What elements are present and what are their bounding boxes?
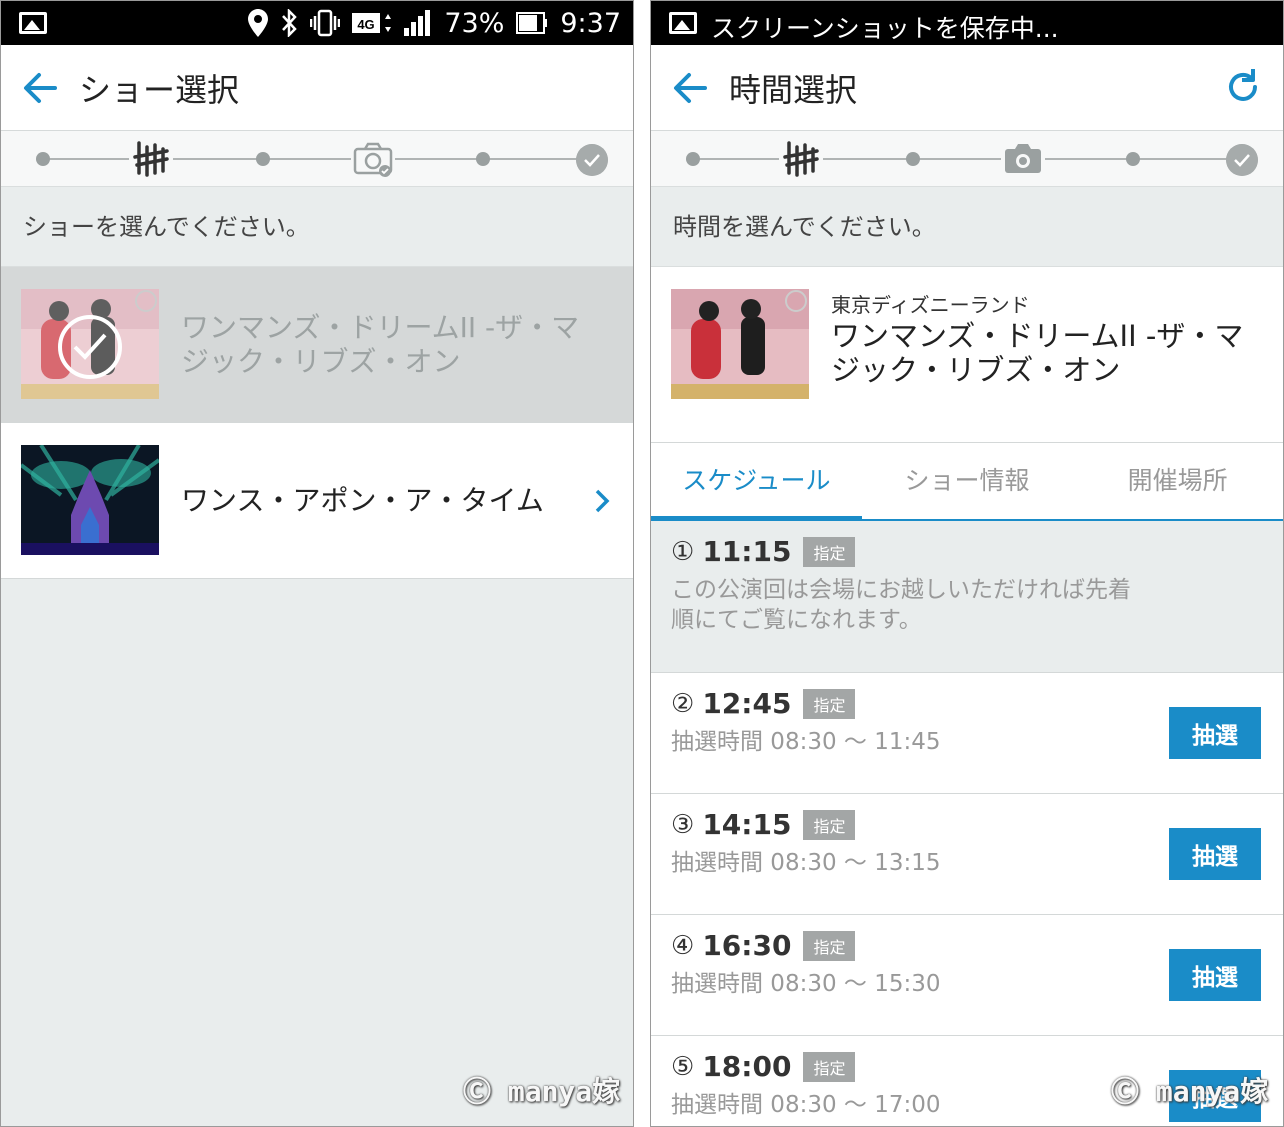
image-icon <box>19 12 47 34</box>
tab-schedule[interactable]: スケジュール <box>651 443 862 521</box>
schedule-item: ④ 16:30 指定 抽選時間 08:30 ～ 15:30 抽選 <box>651 915 1283 1036</box>
schedule-number: ① <box>671 536 695 567</box>
reserved-badge: 指定 <box>803 1051 856 1082</box>
lottery-period: 抽選時間 08:30 ～ 11:45 <box>671 729 941 755</box>
schedule-item: ③ 14:15 指定 抽選時間 08:30 ～ 13:15 抽選 <box>651 794 1283 915</box>
network-label: 4G <box>358 17 375 32</box>
reserved-badge: 指定 <box>803 688 856 719</box>
signal-icon <box>404 10 431 36</box>
schedule-time: 18:00 <box>702 1050 792 1083</box>
step-dot <box>36 152 50 166</box>
arrow-left-icon[interactable] <box>21 69 59 107</box>
tab-venue[interactable]: 開催場所 <box>1072 443 1283 519</box>
vibrate-icon <box>310 9 341 37</box>
show-list-item-selected[interactable]: ワンマンズ・ドリームII -ザ・マジック・リブズ・オン <box>1 267 633 423</box>
progress-stepper <box>1 131 633 187</box>
lottery-period: 抽選時間 08:30 ～ 15:30 <box>671 971 941 997</box>
schedule-number: ② <box>671 688 695 719</box>
tab-show-info[interactable]: ショー情報 <box>862 443 1073 519</box>
show-thumbnail <box>21 289 159 399</box>
arrow-left-icon[interactable] <box>671 69 709 107</box>
schedule-item: ① 11:15 指定 この公演回は会場にお越しいただければ先着順にてご覧になれま… <box>651 521 1283 673</box>
status-bar: 4G 73% 9:37 <box>1 1 633 45</box>
reserved-badge: 指定 <box>803 930 856 961</box>
right-screen: スクリーンショットを保存中... 時間選択 時間を選んでください。 東京ディズニ… <box>650 0 1284 1127</box>
lottery-period: 抽選時間 08:30 ～ 13:15 <box>671 850 941 876</box>
show-thumbnail <box>671 289 809 399</box>
step-dot <box>686 152 700 166</box>
schedule-number: ③ <box>671 809 695 840</box>
tab-bar: スケジュール ショー情報 開催場所 <box>651 443 1283 521</box>
show-name: ワンマンズ・ドリームII -ザ・マジック・リブズ・オン <box>831 319 1244 387</box>
stepper-line <box>693 158 1241 160</box>
clock: 9:37 <box>560 7 621 39</box>
stepper-line <box>43 158 591 160</box>
show-thumbnail <box>21 445 159 555</box>
show-detail-header: 東京ディズニーランド ワンマンズ・ドリームII -ザ・マジック・リブズ・オン <box>651 267 1283 443</box>
divider <box>634 0 650 1127</box>
lottery-button[interactable]: 抽選 <box>1169 707 1261 759</box>
park-name: 東京ディズニーランド <box>831 293 1030 317</box>
camera-icon <box>351 137 395 181</box>
reserved-badge: 指定 <box>803 536 856 567</box>
location-icon <box>248 9 269 37</box>
instruction-text: 時間を選んでください。 <box>651 187 1283 267</box>
step-dot <box>906 152 920 166</box>
schedule-time: 14:15 <box>702 808 792 841</box>
app-bar: ショー選択 <box>1 45 633 131</box>
camera-icon <box>1001 137 1045 181</box>
progress-stepper <box>651 131 1283 187</box>
step-dot <box>256 152 270 166</box>
show-list-item[interactable]: ワンス・アポン・ア・タイム <box>1 423 633 579</box>
step-dot <box>476 152 490 166</box>
show-name: ワンス・アポン・ア・タイム <box>181 484 544 517</box>
page-title: 時間選択 <box>729 71 858 109</box>
watermark: Ⓒ manya嫁 <box>1111 1075 1269 1108</box>
schedule-number: ④ <box>671 930 695 961</box>
schedule-time: 16:30 <box>702 929 792 962</box>
show-icon <box>129 137 173 181</box>
instruction-text: ショーを選んでください。 <box>1 187 633 267</box>
refresh-icon[interactable] <box>1223 67 1263 107</box>
status-bar: スクリーンショットを保存中... <box>651 1 1283 45</box>
watermark: Ⓒ manya嫁 <box>463 1075 621 1108</box>
schedule-item: ② 12:45 指定 抽選時間 08:30 ～ 11:45 抽選 <box>651 673 1283 794</box>
lottery-period: 抽選時間 08:30 ～ 17:00 <box>671 1092 941 1118</box>
show-name: ワンマンズ・ドリームII -ザ・マジック・リブズ・オン <box>181 311 580 378</box>
left-screen: 4G 73% 9:37 ショー選択 ショーを選んでください。 ワンマンズ・ドリー… <box>0 0 634 1127</box>
lottery-button[interactable]: 抽選 <box>1169 949 1261 1001</box>
schedule-time: 11:15 <box>702 535 792 568</box>
show-icon <box>779 137 823 181</box>
network-4g-icon: 4G <box>352 13 392 33</box>
bluetooth-icon <box>282 9 298 37</box>
battery-icon <box>516 12 548 34</box>
battery-percent: 73% <box>444 7 505 39</box>
schedule-note: この公演回は会場にお越しいただければ先着順にてご覧になれます。 <box>671 577 1131 633</box>
lottery-button[interactable]: 抽選 <box>1169 828 1261 880</box>
page-title: ショー選択 <box>79 71 240 109</box>
check-icon <box>1226 144 1258 176</box>
notification-text: スクリーンショットを保存中... <box>711 14 1059 43</box>
schedule-number: ⑤ <box>671 1051 695 1082</box>
app-bar: 時間選択 <box>651 45 1283 131</box>
reserved-badge: 指定 <box>803 809 856 840</box>
step-dot <box>1126 152 1140 166</box>
image-icon <box>669 12 697 34</box>
check-icon <box>576 144 608 176</box>
schedule-time: 12:45 <box>702 687 792 720</box>
chevron-right-icon <box>595 489 610 513</box>
